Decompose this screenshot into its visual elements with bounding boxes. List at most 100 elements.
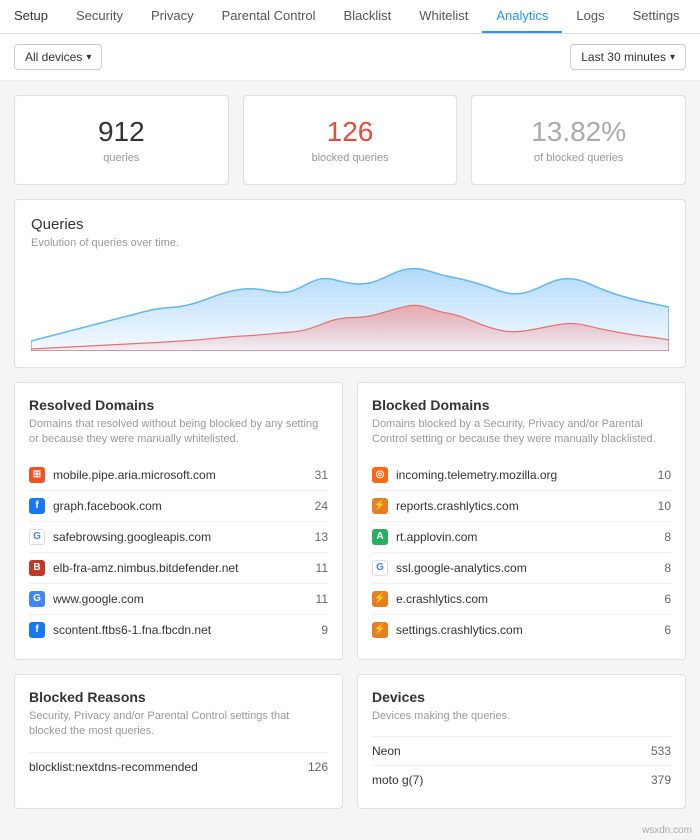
domain-name: reports.crashlytics.com (396, 499, 647, 513)
reasons-devices-section: Blocked Reasons Security, Privacy and/or… (0, 674, 700, 823)
domain-name: incoming.telemetry.mozilla.org (396, 468, 647, 482)
list-item: ⚡ reports.crashlytics.com10 (372, 490, 671, 521)
list-item: f scontent.ftbs6-1.fna.fbcdn.net9 (29, 614, 328, 645)
watermark: wsxdn.com (0, 823, 700, 840)
domain-count: 6 (647, 592, 671, 606)
list-item: Gssl.google-analytics.com8 (372, 552, 671, 583)
devices-title: Devices (372, 689, 671, 705)
domain-count: 11 (304, 592, 328, 606)
g-favicon-icon: G (29, 529, 45, 545)
time-dropdown[interactable]: Last 30 minutes ▾ (570, 44, 686, 70)
reason-name: blocklist:nextdns-recommended (29, 760, 308, 774)
list-item: moto g(7)379 (372, 765, 671, 794)
domain-count: 11 (304, 561, 328, 575)
chart-subtitle: Evolution of queries over time. (31, 237, 669, 249)
list-item: fgraph.facebook.com24 (29, 490, 328, 521)
applovin-favicon-icon: A (372, 529, 388, 545)
domain-count: 10 (647, 468, 671, 482)
device-count: 379 (651, 773, 671, 787)
device-name: moto g(7) (372, 773, 651, 787)
list-item: ⊞mobile.pipe.aria.microsoft.com31 (29, 460, 328, 490)
fb-favicon-icon: f (29, 622, 45, 638)
queries-value: 912 (35, 116, 208, 148)
domain-name: graph.facebook.com (53, 499, 304, 513)
toolbar: All devices ▾ Last 30 minutes ▾ (0, 34, 700, 81)
resolved-subtitle: Domains that resolved without being bloc… (29, 417, 328, 448)
domain-name: ssl.google-analytics.com (396, 561, 647, 575)
blocked-title: Blocked Domains (372, 397, 671, 413)
blocked-list: ◎incoming.telemetry.mozilla.org10⚡report… (372, 460, 671, 645)
crash-favicon-icon: ⚡ (372, 591, 388, 607)
resolved-list: ⊞mobile.pipe.aria.microsoft.com31fgraph.… (29, 460, 328, 645)
crash-favicon-icon: ⚡ (372, 498, 388, 514)
gg-favicon-icon: G (29, 591, 45, 607)
list-item: ◎ incoming.telemetry.mozilla.org10 (372, 460, 671, 490)
reason-count: 126 (308, 760, 328, 774)
nav-item-parental-control[interactable]: Parental Control (208, 0, 330, 33)
blocked-subtitle: Domains blocked by a Security, Privacy a… (372, 417, 671, 448)
reasons-list: blocklist:nextdns-recommended126 (29, 752, 328, 781)
nav-item-logs[interactable]: Logs (562, 0, 618, 33)
list-item: blocklist:nextdns-recommended126 (29, 752, 328, 781)
domain-count: 6 (647, 623, 671, 637)
chevron-down-icon: ▾ (86, 52, 91, 63)
resolved-domains-col: Resolved Domains Domains that resolved w… (14, 382, 343, 660)
device-count: 533 (651, 744, 671, 758)
blocked-domains-col: Blocked Domains Domains blocked by a Sec… (357, 382, 686, 660)
stat-cards: 912 queries 126 blocked queries 13.82% o… (0, 81, 700, 199)
domains-section: Resolved Domains Domains that resolved w… (0, 382, 700, 674)
domain-count: 13 (304, 530, 328, 544)
ms-favicon-icon: ⊞ (29, 467, 45, 483)
queries-chart-section: Queries Evolution of queries over time. (14, 199, 686, 368)
nav-item-security[interactable]: Security (62, 0, 137, 33)
list-item: Art.applovin.com8 (372, 521, 671, 552)
devices-col: Devices Devices making the queries. Neon… (357, 674, 686, 809)
blocked-label: blocked queries (264, 152, 437, 164)
list-item: ⚡ e.crashlytics.com6 (372, 583, 671, 614)
queries-label: queries (35, 152, 208, 164)
nav-item-blacklist[interactable]: Blacklist (330, 0, 406, 33)
domain-count: 9 (304, 623, 328, 637)
g-favicon-icon: G (372, 560, 388, 576)
list-item: Neon533 (372, 736, 671, 765)
nav-item-setup[interactable]: Setup (0, 0, 62, 33)
devices-list: Neon533moto g(7)379 (372, 736, 671, 794)
domain-name: mobile.pipe.aria.microsoft.com (53, 468, 304, 482)
domain-name: e.crashlytics.com (396, 592, 647, 606)
list-item: ⚡settings.crashlytics.com6 (372, 614, 671, 645)
domain-count: 8 (647, 530, 671, 544)
reasons-subtitle: Security, Privacy and/or Parental Contro… (29, 709, 328, 740)
nav-item-analytics[interactable]: Analytics (482, 0, 562, 33)
time-label: Last 30 minutes (581, 50, 666, 64)
devices-label: All devices (25, 50, 82, 64)
queries-svg (31, 261, 669, 351)
domain-count: 24 (304, 499, 328, 513)
blocked-reasons-col: Blocked Reasons Security, Privacy and/or… (14, 674, 343, 809)
list-item: Gsafebrowsing.googleapis.com13 (29, 521, 328, 552)
moz-favicon-icon: ◎ (372, 467, 388, 483)
list-item: Belb-fra-amz.nimbus.bitdefender.net11 (29, 552, 328, 583)
domain-name: safebrowsing.googleapis.com (53, 530, 304, 544)
bd-favicon-icon: B (29, 560, 45, 576)
devices-subtitle: Devices making the queries. (372, 709, 671, 724)
domain-name: scontent.ftbs6-1.fna.fbcdn.net (53, 623, 304, 637)
chart-area (31, 261, 669, 351)
nav-item-whitelist[interactable]: Whitelist (405, 0, 482, 33)
queries-card: 912 queries (14, 95, 229, 185)
chevron-down-icon: ▾ (670, 52, 675, 63)
domain-count: 10 (647, 499, 671, 513)
domain-name: rt.applovin.com (396, 530, 647, 544)
reasons-title: Blocked Reasons (29, 689, 328, 705)
resolved-title: Resolved Domains (29, 397, 328, 413)
nav-item-settings[interactable]: Settings (619, 0, 694, 33)
domain-name: elb-fra-amz.nimbus.bitdefender.net (53, 561, 304, 575)
domain-name: settings.crashlytics.com (396, 623, 647, 637)
percent-card: 13.82% of blocked queries (471, 95, 686, 185)
devices-dropdown[interactable]: All devices ▾ (14, 44, 102, 70)
chart-title: Queries (31, 216, 669, 233)
blocked-card: 126 blocked queries (243, 95, 458, 185)
percent-value: 13.82% (492, 116, 665, 148)
domain-name: www.google.com (53, 592, 304, 606)
device-name: Neon (372, 744, 651, 758)
nav-item-privacy[interactable]: Privacy (137, 0, 208, 33)
